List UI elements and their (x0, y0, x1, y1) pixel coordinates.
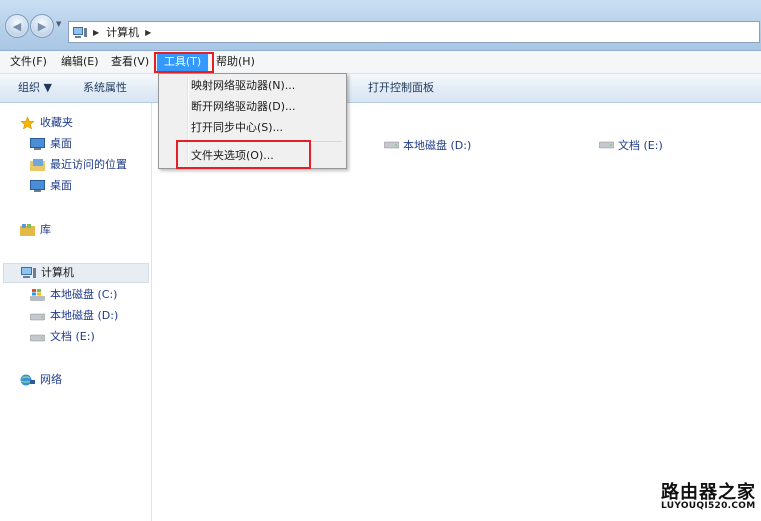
hard-drive-icon (384, 141, 399, 149)
network-icon (20, 374, 35, 386)
nav-drive-d[interactable]: 本地磁盘 (D:) (30, 306, 118, 326)
content-drive-d[interactable]: 本地磁盘 (D:) (384, 137, 471, 153)
menu-view[interactable]: 查看(V) (111, 51, 149, 73)
watermark-url: LUYOUQI520.COM (661, 501, 756, 511)
system-properties-button[interactable]: 系统属性 (83, 74, 127, 102)
nav-desktop-2[interactable]: 桌面 (30, 176, 72, 196)
menu-item-open-sync-center[interactable]: 打开同步中心(S)... (191, 118, 283, 138)
arrow-right-icon: ▶ (37, 19, 47, 33)
menu-item-map-network-drive[interactable]: 映射网络驱动器(N)... (191, 76, 295, 96)
arrow-left-icon: ◀ (12, 19, 22, 33)
library-icon (20, 224, 35, 236)
hard-drive-icon (30, 313, 45, 321)
system-drive-icon (30, 289, 45, 301)
command-bar: 组织 ▼ 系统属性 打开控制面板 (0, 74, 761, 103)
navigation-pane: 收藏夹 桌面 最近访问的位置 桌面 库 计算机 本地磁盘 (C:) 本地磁盘 (… (0, 103, 152, 521)
back-button[interactable]: ◀ (5, 14, 29, 38)
open-control-panel-button[interactable]: 打开控制面板 (368, 74, 434, 102)
menu-help[interactable]: 帮助(H) (216, 51, 255, 73)
nav-desktop-1[interactable]: 桌面 (30, 134, 72, 154)
menu-bar: 文件(F) 编辑(E) 查看(V) 工具(T) 帮助(H) (0, 51, 761, 74)
nav-drive-c[interactable]: 本地磁盘 (C:) (30, 285, 117, 305)
nav-recent-places[interactable]: 最近访问的位置 (30, 155, 127, 175)
nav-computer[interactable]: 计算机 (3, 263, 149, 283)
hard-drive-icon (30, 334, 45, 342)
nav-network[interactable]: 网络 (20, 370, 62, 390)
nav-libraries[interactable]: 库 (20, 220, 51, 240)
annotation-highlight-folder-options (176, 140, 311, 169)
organize-button[interactable]: 组织 ▼ (18, 74, 52, 102)
menu-edit[interactable]: 编辑(E) (61, 51, 99, 73)
computer-icon (73, 26, 87, 38)
chevron-down-icon: ▼ (56, 20, 62, 28)
breadcrumb-chevron-icon[interactable]: ▶ (93, 28, 99, 37)
hard-drive-icon (599, 141, 614, 149)
menu-file[interactable]: 文件(F) (10, 51, 47, 73)
star-icon (20, 117, 35, 129)
breadcrumb-chevron-icon[interactable]: ▶ (145, 28, 151, 37)
recent-places-icon (30, 159, 45, 171)
desktop-icon (30, 138, 45, 150)
nav-favorites[interactable]: 收藏夹 (20, 113, 73, 133)
forward-button[interactable]: ▶ (30, 14, 54, 38)
recent-pages-dropdown[interactable]: ▼ (56, 20, 64, 30)
menu-item-disconnect-network-drive[interactable]: 断开网络驱动器(D)... (191, 97, 296, 117)
content-drive-e[interactable]: 文档 (E:) (599, 137, 663, 153)
address-bar[interactable]: ▶ 计算机 ▶ (68, 21, 760, 43)
title-bar: ◀ ▶ ▼ ▶ 计算机 ▶ (0, 0, 761, 51)
breadcrumb-computer[interactable]: 计算机 (106, 24, 139, 40)
computer-icon (21, 267, 36, 278)
annotation-highlight-tools (154, 52, 214, 73)
nav-drive-e[interactable]: 文档 (E:) (30, 327, 95, 347)
desktop-icon (30, 180, 45, 192)
